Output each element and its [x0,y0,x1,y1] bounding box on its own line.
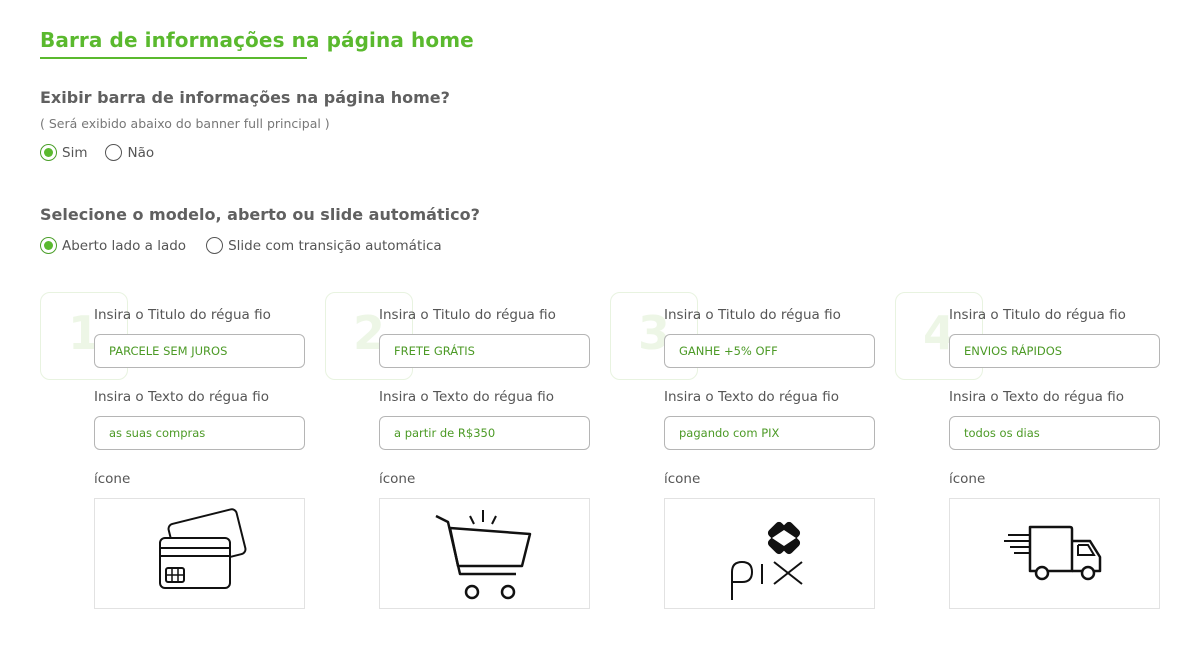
title-field-label: Insira o Titulo do régua fio [94,307,271,323]
radio-slide-circle[interactable] [206,237,224,254]
icon-field-label: ícone [94,471,131,487]
icon-field-label: ícone [379,471,416,487]
text-input[interactable] [94,416,305,450]
show-bar-hint: ( Será exibido abaixo do banner full pri… [40,116,330,131]
text-field-label: Insira o Texto do régua fio [379,389,554,405]
pix-logo-icon [730,521,803,600]
title-input[interactable] [949,334,1160,368]
title-input[interactable] [379,334,590,368]
text-field-label: Insira o Texto do régua fio [94,389,269,405]
info-card-3: 3 Insira o Titulo do régua fio Insira o … [610,290,880,620]
delivery-truck-icon [1003,525,1101,580]
info-card-1: 1 Insira o Titulo do régua fio Insira o … [40,290,310,620]
info-card-2: 2 Insira o Titulo do régua fio Insira o … [325,290,595,620]
radio-slide-label: Slide com transição automática [228,237,442,254]
title-field-label: Insira o Titulo do régua fio [379,307,556,323]
shopping-cart-icon [434,509,531,599]
text-input[interactable] [379,416,590,450]
radio-nao[interactable]: Não [105,144,154,161]
model-question: Selecione o modelo, aberto ou slide auto… [40,205,480,224]
title-field-label: Insira o Titulo do régua fio [949,307,1126,323]
radio-aberto-label: Aberto lado a lado [62,237,187,254]
title-field-label: Insira o Titulo do régua fio [664,307,841,323]
radio-sim-circle[interactable] [40,144,57,161]
credit-card-icon [158,507,246,589]
icon-field-label: ícone [664,471,701,487]
title-underline [40,57,307,59]
info-card-4: 4 Insira o Titulo do régua fio Insira o … [895,290,1165,620]
radio-sim-label: Sim [62,144,88,161]
show-bar-radio-group: Sim Não [40,144,172,161]
icon-upload-box[interactable] [379,498,590,609]
radio-nao-label: Não [127,144,155,161]
icon-upload-box[interactable] [664,498,875,609]
icon-upload-box[interactable] [949,498,1160,609]
radio-aberto[interactable]: Aberto lado a lado [40,237,186,254]
title-input[interactable] [664,334,875,368]
radio-nao-circle[interactable] [105,144,123,161]
radio-aberto-circle[interactable] [40,237,57,254]
text-input[interactable] [664,416,875,450]
radio-sim[interactable]: Sim [40,144,87,161]
show-bar-question: Exibir barra de informações na página ho… [40,88,450,107]
icon-field-label: ícone [949,471,986,487]
text-field-label: Insira o Texto do régua fio [664,389,839,405]
title-input[interactable] [94,334,305,368]
text-input[interactable] [949,416,1160,450]
model-radio-group: Aberto lado a lado Slide com transição a… [40,237,460,254]
section-title: Barra de informações na página home [40,28,474,52]
text-field-label: Insira o Texto do régua fio [949,389,1124,405]
radio-slide[interactable]: Slide com transição automática [206,237,442,254]
icon-upload-box[interactable] [94,498,305,609]
